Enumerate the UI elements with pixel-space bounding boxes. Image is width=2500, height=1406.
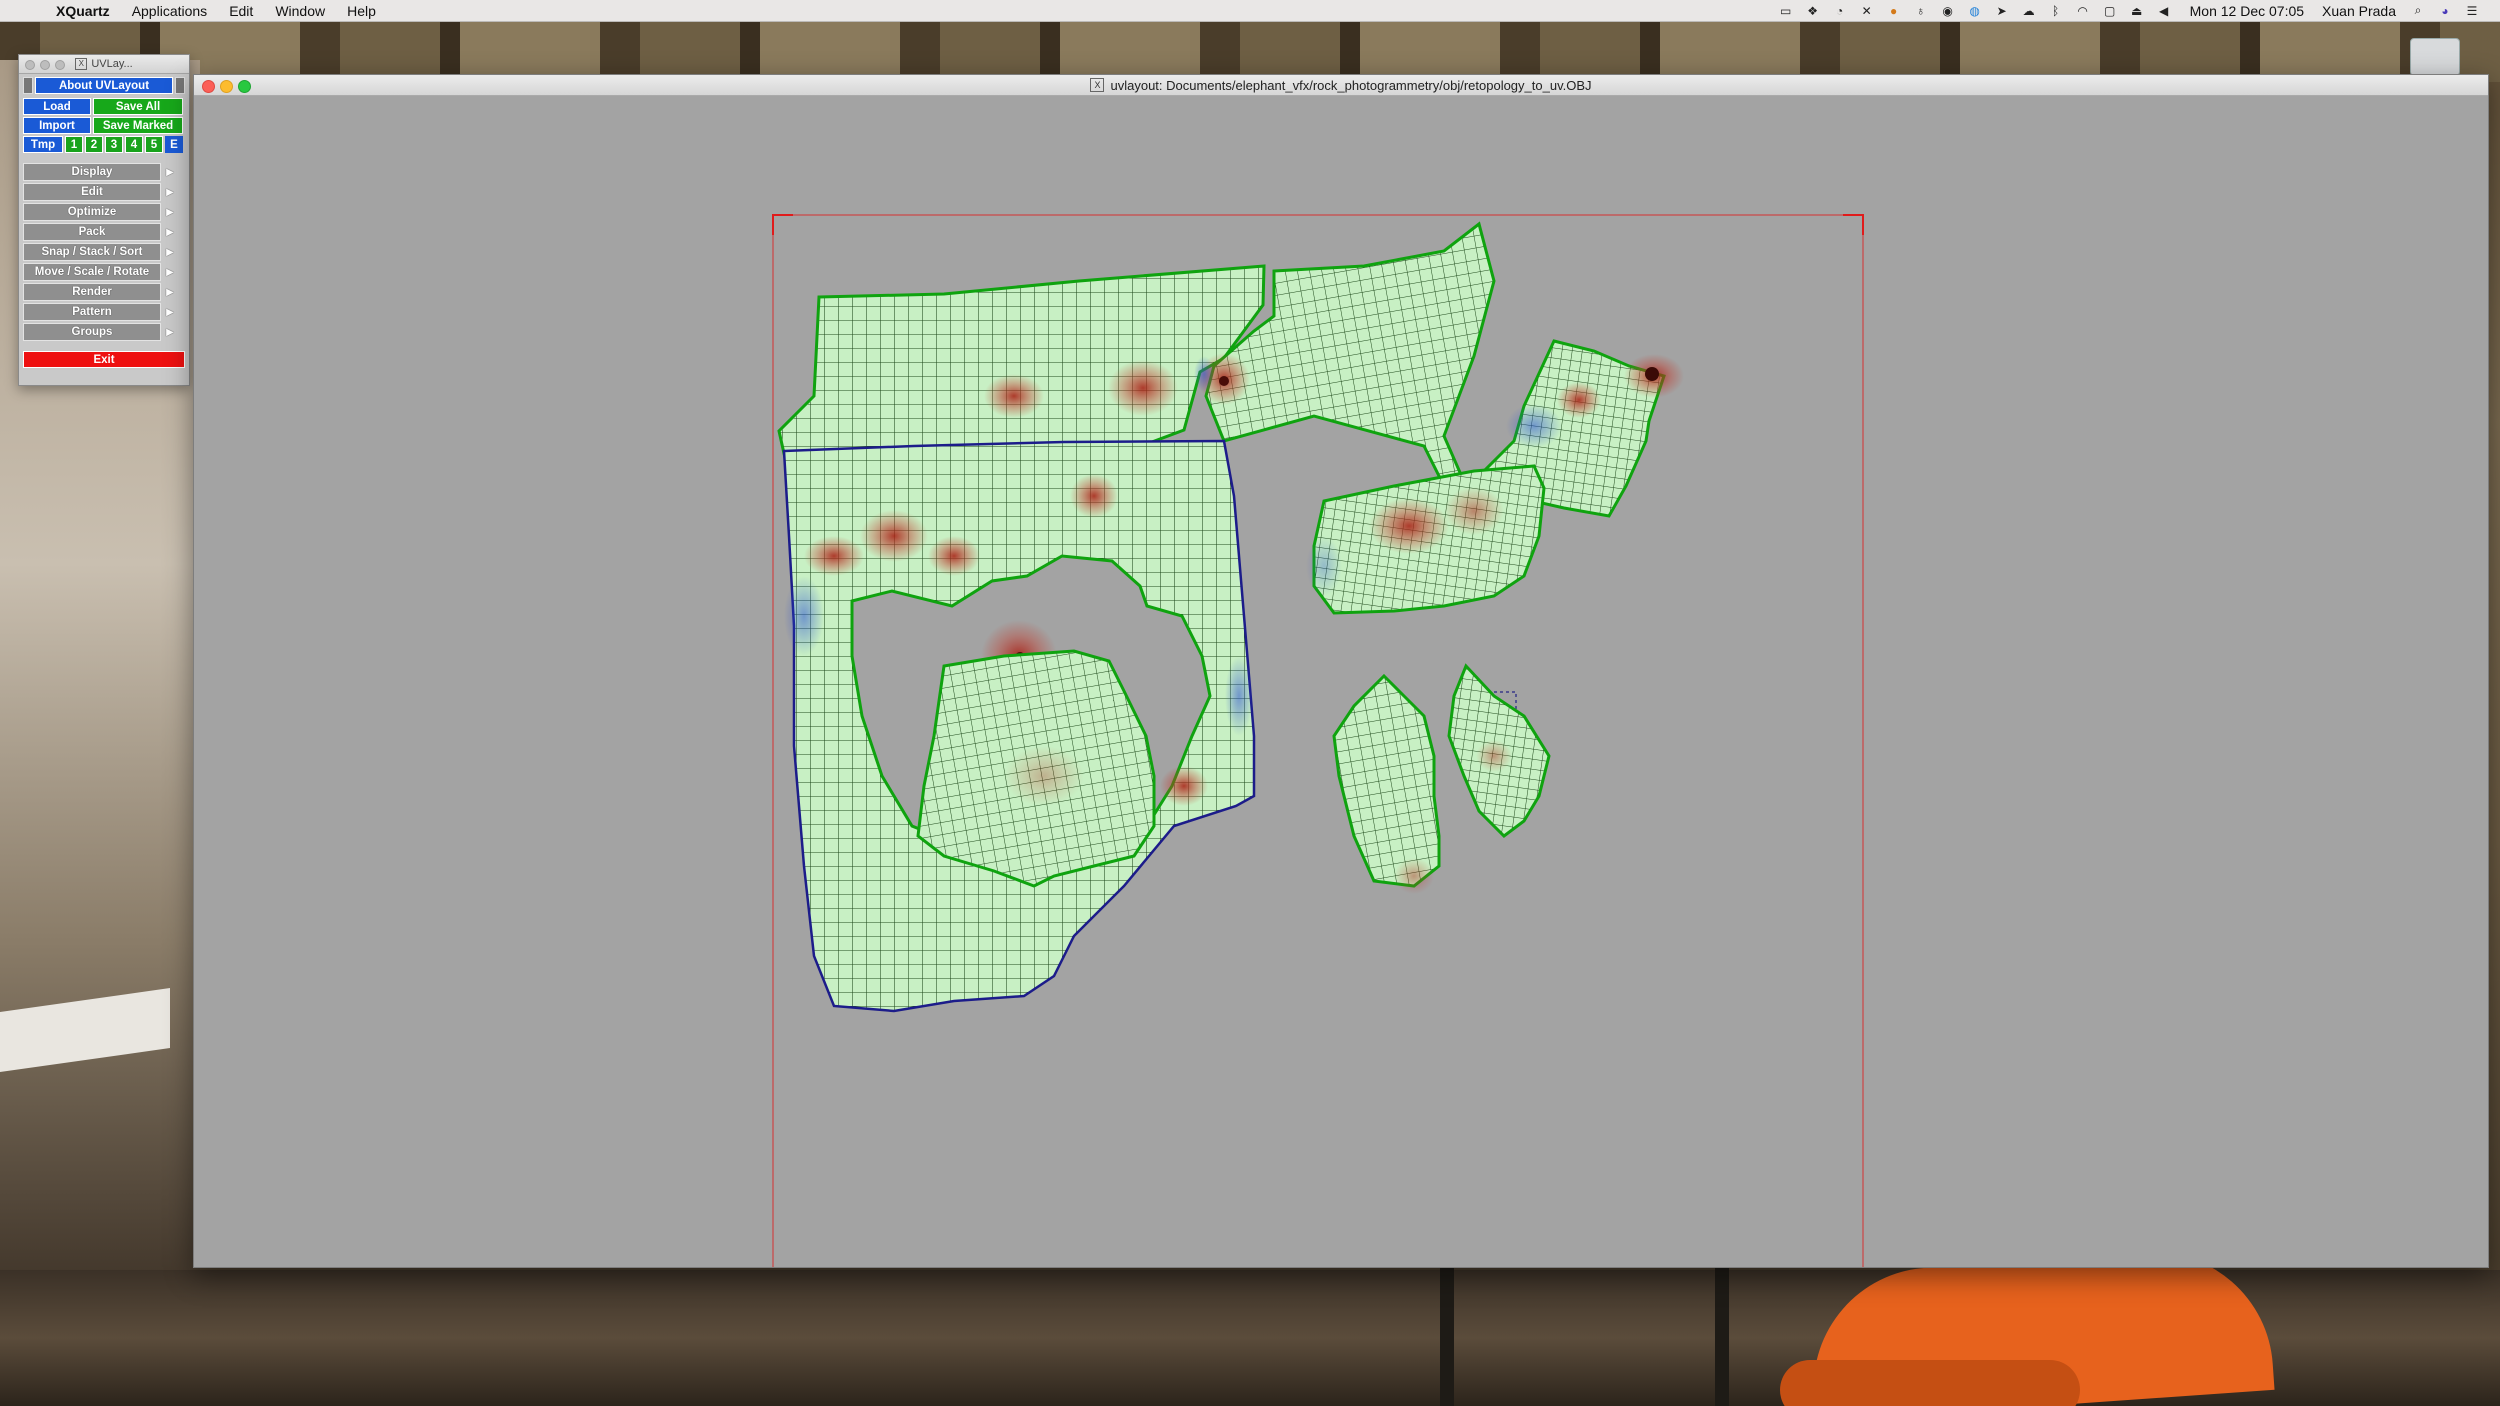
import-button[interactable]: Import — [23, 117, 91, 134]
menu-applications[interactable]: Applications — [132, 3, 208, 19]
x11-icon: X — [1090, 78, 1105, 92]
tmp-slot-5[interactable]: 5 — [145, 136, 163, 153]
uvlayout-tool-palette: X UVLay... About UVLayout Load Save All … — [18, 54, 190, 386]
arrow-right-icon: ▶ — [166, 266, 174, 278]
sync-icon[interactable]: ➤ — [1994, 4, 2010, 18]
window-title: uvlayout: Documents/elephant_vfx/rock_ph… — [1110, 77, 1592, 93]
save-marked-button[interactable]: Save Marked — [93, 117, 183, 134]
palette-right-toggle[interactable] — [175, 77, 185, 94]
menu-pack-label: Pack — [23, 223, 161, 241]
globe-icon[interactable]: ◍ — [1967, 4, 1983, 18]
evernote-icon[interactable]: ◔ — [1832, 4, 1848, 18]
palette-minimize-button[interactable] — [40, 60, 50, 70]
menu-move-scale-rotate[interactable]: Move / Scale / Rotate ▶ — [23, 263, 181, 281]
arrow-right-icon: ▶ — [166, 326, 174, 338]
load-button[interactable]: Load — [23, 98, 91, 115]
palette-title-bar[interactable]: X UVLay... — [19, 55, 189, 74]
uv-shell[interactable] — [1332, 673, 1441, 894]
ring-icon[interactable]: ◉ — [1940, 4, 1956, 18]
camera-icon[interactable]: ▭ — [1778, 4, 1794, 18]
menu-snap-label: Snap / Stack / Sort — [23, 243, 161, 261]
menu-edit[interactable]: Edit — [229, 3, 253, 19]
background-chair-base — [1780, 1360, 2080, 1406]
arrow-right-icon: ▶ — [166, 226, 174, 238]
arrow-right-icon: ▶ — [166, 286, 174, 298]
menu-bar: XQuartz Applications Edit Window Help ▭ … — [0, 0, 2500, 22]
dropbox-icon[interactable]: ❖ — [1805, 4, 1821, 18]
eject-icon[interactable]: ⏏ — [2129, 4, 2145, 18]
status-area: ▭ ❖ ◔ ✕ ● ♁ ◉ ◍ ➤ ☁ ᛒ ◠ ▢ ⏏ ◀ Mon 12 Dec… — [1767, 0, 2480, 21]
wifi-icon[interactable]: ◠ — [2075, 4, 2091, 18]
menu-app-name[interactable]: XQuartz — [56, 3, 110, 19]
about-uvlayout-button[interactable]: About UVLayout — [35, 77, 173, 94]
spotlight-search-icon[interactable]: ⌕ — [2410, 3, 2426, 18]
lamp-icon[interactable]: ♁ — [1913, 4, 1929, 18]
arrow-right-icon: ▶ — [166, 186, 174, 198]
palette-title: UVLay... — [91, 58, 133, 70]
tmp-label: Tmp — [23, 136, 63, 153]
menu-groups-label: Groups — [23, 323, 161, 341]
main-title-bar[interactable]: X uvlayout: Documents/elephant_vfx/rock_… — [194, 75, 2488, 96]
volume-icon[interactable]: ◀ — [2156, 4, 2172, 18]
menu-optimize[interactable]: Optimize ▶ — [23, 203, 181, 221]
menu-pack[interactable]: Pack ▶ — [23, 223, 181, 241]
menu-pattern-label: Pattern — [23, 303, 161, 321]
menu-optimize-label: Optimize — [23, 203, 161, 221]
background-pillar — [1440, 1260, 1454, 1406]
notification-center-icon[interactable]: ☰ — [2464, 4, 2480, 18]
arrow-right-icon: ▶ — [166, 246, 174, 258]
x11-icon: X — [75, 58, 88, 70]
user-name[interactable]: Xuan Prada — [2322, 3, 2396, 19]
bluetooth-icon[interactable]: ᛒ — [2048, 4, 2064, 18]
exit-button[interactable]: Exit — [23, 351, 185, 368]
siri-icon[interactable]: ◕ — [2437, 4, 2453, 18]
tmp-slot-4[interactable]: 4 — [125, 136, 143, 153]
cloud-icon[interactable]: ☁ — [2021, 4, 2037, 18]
menu-display[interactable]: Display ▶ — [23, 163, 181, 181]
uv-canvas[interactable] — [194, 96, 2488, 1306]
menu-pattern[interactable]: Pattern ▶ — [23, 303, 181, 321]
uv-shell[interactable] — [1306, 464, 1546, 615]
airplay-icon[interactable]: ▢ — [2102, 4, 2118, 18]
uv-viewport[interactable] — [194, 96, 2488, 1306]
palette-close-button[interactable] — [25, 60, 35, 70]
tmp-slot-1[interactable]: 1 — [65, 136, 83, 153]
menu-groups[interactable]: Groups ▶ — [23, 323, 181, 341]
tmp-slot-2[interactable]: 2 — [85, 136, 103, 153]
disk-drive-icon[interactable] — [2410, 38, 2460, 76]
clock[interactable]: Mon 12 Dec 07:05 — [2190, 3, 2304, 19]
menu-move-label: Move / Scale / Rotate — [23, 263, 161, 281]
arrow-right-icon: ▶ — [166, 306, 174, 318]
uv-shell[interactable] — [1194, 221, 1496, 489]
arrow-right-icon: ▶ — [166, 166, 174, 178]
menu-render-label: Render — [23, 283, 161, 301]
palette-zoom-button[interactable] — [55, 60, 65, 70]
arrow-right-icon: ▶ — [166, 206, 174, 218]
menu-render[interactable]: Render ▶ — [23, 283, 181, 301]
menu-help[interactable]: Help — [347, 3, 376, 19]
minimize-button[interactable] — [220, 80, 233, 93]
close-button[interactable] — [202, 80, 215, 93]
tmp-slot-3[interactable]: 3 — [105, 136, 123, 153]
tmp-slot-e[interactable]: E — [165, 136, 183, 153]
tool-icon[interactable]: ✕ — [1859, 4, 1875, 18]
uv-shell[interactable] — [1447, 663, 1551, 838]
menu-window[interactable]: Window — [275, 3, 325, 19]
zoom-button[interactable] — [238, 80, 251, 93]
paint-icon[interactable]: ● — [1886, 4, 1902, 18]
menu-display-label: Display — [23, 163, 161, 181]
save-all-button[interactable]: Save All — [93, 98, 183, 115]
uv-shell[interactable] — [916, 649, 1156, 888]
menu-snap-stack-sort[interactable]: Snap / Stack / Sort ▶ — [23, 243, 181, 261]
background-wall — [0, 22, 2500, 82]
menu-edit-tools[interactable]: Edit ▶ — [23, 183, 181, 201]
palette-left-toggle[interactable] — [23, 77, 33, 94]
uvlayout-main-window: X uvlayout: Documents/elephant_vfx/rock_… — [193, 74, 2489, 1306]
menu-edit-label: Edit — [23, 183, 161, 201]
background-pillar — [1715, 1260, 1729, 1406]
